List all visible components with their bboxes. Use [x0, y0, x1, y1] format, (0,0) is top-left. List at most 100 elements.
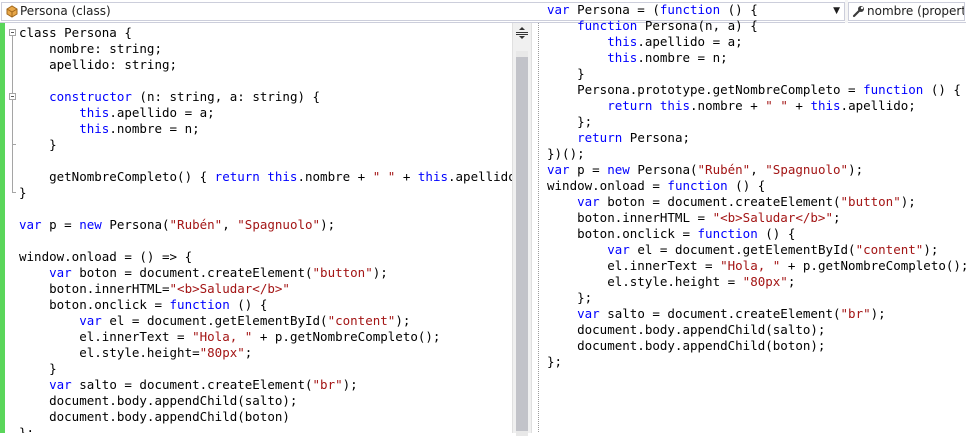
vertical-scrollbar[interactable] — [516, 51, 528, 436]
code-token: nombre: string; — [19, 41, 162, 56]
code-token: .apellido; — [840, 98, 916, 113]
string-token: "80px" — [199, 345, 245, 360]
left-code-line: class Persona { — [19, 25, 512, 41]
code-token: boton.onclick = — [547, 226, 698, 241]
keyword-token: var — [49, 377, 72, 392]
keyword-token: this — [607, 50, 638, 65]
right-code-line: return Persona; — [547, 130, 966, 146]
code-token: () { — [757, 226, 796, 241]
outlining-margin — [5, 23, 17, 433]
right-code-line: boton.onclick = function () { — [547, 226, 966, 242]
keyword-token: this — [417, 169, 448, 184]
left-code-line: el.style.height="80px"; — [19, 345, 512, 361]
right-code-line: return this.nombre + " " + this.apellido… — [547, 98, 966, 114]
code-token: el.style.height= — [19, 345, 200, 360]
code-token: .nombre + — [690, 98, 766, 113]
code-token: el.innerText = — [547, 258, 721, 273]
code-token: Persona.prototype.getNombreCompleto = — [547, 82, 864, 97]
code-token: salto = document.createElement( — [71, 377, 313, 392]
left-code-line — [19, 201, 512, 217]
code-token: ); — [870, 306, 886, 321]
code-token: ; — [833, 210, 841, 225]
left-code-line: this.nombre = n; — [19, 121, 512, 137]
code-token: ); — [372, 265, 388, 280]
string-token: "button" — [840, 194, 901, 209]
outline-end-constructor — [12, 144, 16, 145]
editor-splitter[interactable] — [512, 23, 532, 436]
string-token: "Hola, " — [192, 329, 253, 344]
collapse-constructor-icon[interactable] — [9, 93, 16, 100]
typescript-source-code[interactable]: class Persona { nombre: string; apellido… — [19, 25, 512, 433]
code-token: .apellido = a; — [637, 34, 743, 49]
string-token: " " — [765, 98, 788, 113]
code-token: + — [395, 169, 418, 184]
keyword-token: new — [607, 162, 630, 177]
right-code-line: el.innerText = "Hola, " + p.getNombreCom… — [547, 258, 966, 274]
right-code-line: var Persona = (function () { — [547, 2, 966, 18]
keyword-token: constructor — [49, 89, 132, 104]
code-token: window.onload = — [547, 178, 668, 193]
keyword-token: new — [79, 217, 102, 232]
scrollbar-thumb[interactable] — [516, 57, 528, 431]
code-token: ); — [923, 242, 939, 257]
string-token: "content" — [855, 242, 924, 257]
string-token: "Spagnuolo" — [765, 162, 849, 177]
left-code-line: apellido: string; — [19, 57, 512, 73]
outline-end-class — [12, 192, 16, 193]
keyword-token: return — [577, 130, 623, 145]
code-token: document.body.appendChild(salto); — [547, 322, 826, 337]
javascript-compiled-code[interactable]: var Persona = (function () { function Pe… — [547, 2, 966, 370]
left-code-line: var p = new Persona("Rubén", "Spagnuolo"… — [19, 217, 512, 233]
left-code-line: boton.innerHTML="<b>Saludar</b>" — [19, 281, 512, 297]
keyword-token: return — [214, 169, 260, 184]
left-code-line: window.onload = () => { — [19, 249, 512, 265]
keyword-token: function — [667, 178, 728, 193]
left-code-line: constructor (n: string, a: string) { — [19, 89, 512, 105]
split-handle-icon[interactable] — [516, 26, 528, 40]
keyword-token: return — [607, 98, 653, 113]
code-token: }; — [19, 425, 35, 433]
code-token: }; — [547, 354, 563, 369]
code-token: document.body.appendChild(salto); — [19, 393, 298, 408]
left-code-line: document.body.appendChild(salto); — [19, 393, 512, 409]
code-token: class Persona { — [19, 25, 132, 40]
code-token: Persona; — [622, 130, 690, 145]
code-token: Persona( — [101, 217, 170, 232]
typescript-editor-pane[interactable]: class Persona { nombre: string; apellido… — [0, 23, 512, 433]
string-token: "button" — [312, 265, 373, 280]
right-code-line: }; — [547, 290, 966, 306]
left-code-line: getNombreCompleto() { return this.nombre… — [19, 169, 512, 185]
left-code-line — [19, 153, 512, 169]
code-token: window.onload = () => { — [19, 249, 193, 264]
code-token: el.style.height = — [547, 274, 743, 289]
right-code-line: Persona.prototype.getNombreCompleto = fu… — [547, 82, 966, 98]
keyword-token: this — [659, 98, 691, 113]
code-token: .apellido = a; — [109, 105, 215, 120]
left-code-line: el.innerText = "Hola, " + p.getNombreCom… — [19, 329, 512, 345]
keyword-token: function — [169, 297, 230, 312]
collapse-class-icon[interactable] — [9, 29, 16, 36]
code-token: document.body.appendChild(boton); — [547, 338, 826, 353]
right-code-line: document.body.appendChild(salto); — [547, 322, 966, 338]
right-code-line: }; — [547, 354, 966, 370]
keyword-token: this — [810, 98, 841, 113]
right-code-line: } — [547, 66, 966, 82]
code-token: p = — [569, 162, 608, 177]
left-code-line: } — [19, 185, 512, 201]
keyword-token: this — [79, 121, 110, 136]
code-token: }; — [547, 290, 593, 305]
code-token: document.body.appendChild(boton) — [19, 409, 290, 424]
keyword-token: var — [607, 242, 630, 257]
string-token: "<b>Saludar</b>" — [712, 210, 833, 225]
code-token: .nombre = n; — [109, 121, 200, 136]
code-token: .nombre + — [297, 169, 373, 184]
keyword-token: var — [547, 162, 570, 177]
string-token: "br" — [312, 377, 343, 392]
